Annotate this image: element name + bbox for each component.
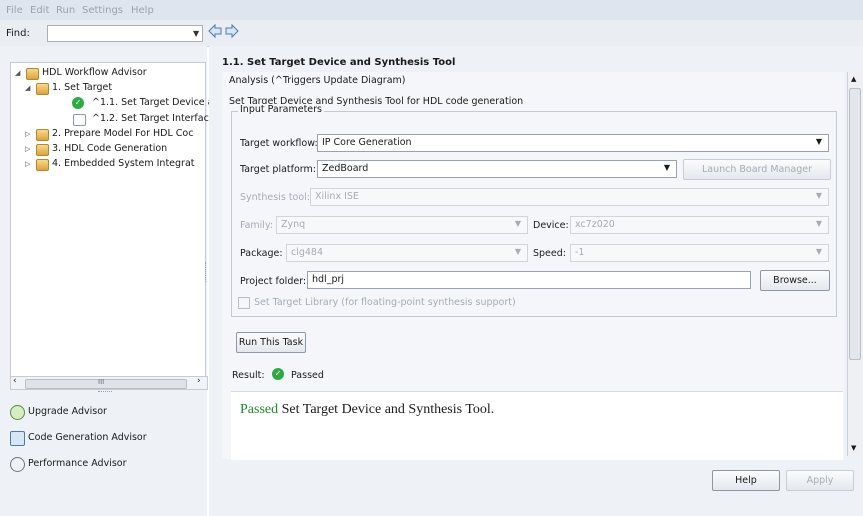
- find-input[interactable]: [47, 25, 203, 42]
- target-platform-label: Target platform:: [240, 164, 316, 175]
- launch-board-manager-button[interactable]: Launch Board Manager: [683, 159, 831, 180]
- expand-triangle-icon[interactable]: ▷: [25, 145, 30, 153]
- browse-button[interactable]: Browse...: [760, 270, 830, 291]
- menu-settings[interactable]: Settings: [82, 5, 123, 16]
- code-generation-advisor-icon: [10, 431, 25, 446]
- tree-item-label: ^1.2. Set Target Interfac: [92, 113, 209, 124]
- task-icon: [73, 114, 86, 126]
- family-label: Family:: [240, 220, 274, 231]
- panel-resize-grip[interactable]: [98, 391, 112, 394]
- folder-icon: [36, 83, 49, 95]
- synthesis-tool-select[interactable]: Xilinx ISE ▼: [310, 188, 829, 206]
- project-folder-value: hdl_prj: [312, 274, 345, 285]
- scroll-left-icon[interactable]: ‹: [13, 376, 17, 386]
- collapse-triangle-icon[interactable]: ◢: [15, 69, 20, 77]
- folder-icon: [36, 159, 49, 171]
- find-label: Find:: [6, 28, 30, 39]
- code-generation-advisor-link[interactable]: Code Generation Advisor: [6, 428, 202, 448]
- task-title: 1.1. Set Target Device and Synthesis Too…: [222, 57, 456, 68]
- tree-item-label: 4. Embedded System Integrat: [52, 158, 195, 169]
- target-platform-value: ZedBoard: [322, 163, 369, 174]
- help-button[interactable]: Help: [712, 470, 780, 491]
- folder-icon: [36, 144, 49, 156]
- target-workflow-label: Target workflow:: [240, 138, 318, 149]
- menu-help[interactable]: Help: [131, 5, 154, 16]
- chevron-down-icon: ▼: [815, 191, 822, 200]
- folder-icon: [26, 68, 39, 80]
- speed-select[interactable]: -1 ▼: [570, 244, 829, 262]
- analysis-heading: Analysis (^Triggers Update Diagram): [229, 75, 406, 86]
- device-select[interactable]: xc7z020 ▼: [570, 216, 829, 234]
- menu-edit[interactable]: Edit: [30, 5, 49, 16]
- menu-run[interactable]: Run: [56, 5, 75, 16]
- result-message-status: Passed: [240, 402, 279, 417]
- folder-icon: [36, 129, 49, 141]
- performance-advisor-link[interactable]: Performance Advisor: [6, 454, 202, 474]
- chevron-down-icon: ▼: [815, 219, 822, 228]
- result-status: Passed: [291, 370, 324, 381]
- scroll-right-icon[interactable]: ›: [197, 376, 201, 386]
- target-workflow-select[interactable]: IP Core Generation ▼: [317, 134, 829, 152]
- run-this-task-button[interactable]: Run This Task: [236, 332, 306, 353]
- family-select[interactable]: Zynq ▼: [276, 216, 528, 234]
- upgrade-advisor-label: Upgrade Advisor: [28, 406, 107, 417]
- family-value: Zynq: [281, 219, 306, 230]
- tree-item-label: 1. Set Target: [52, 82, 113, 93]
- target-workflow-value: IP Core Generation: [322, 137, 412, 148]
- input-parameters-title: Input Parameters: [238, 104, 324, 115]
- menu-file[interactable]: File: [6, 5, 23, 16]
- chevron-down-icon: ▼: [663, 163, 670, 172]
- tree-item-label: 3. HDL Code Generation: [52, 143, 168, 154]
- performance-advisor-label: Performance Advisor: [28, 458, 127, 469]
- project-folder-input[interactable]: hdl_prj: [307, 271, 751, 289]
- project-folder-label: Project folder:: [240, 276, 307, 287]
- synthesis-tool-value: Xilinx ISE: [315, 191, 359, 202]
- expand-triangle-icon[interactable]: ▷: [25, 160, 30, 168]
- device-label: Device:: [533, 220, 569, 231]
- target-library-label: Set Target Library (for floating-point s…: [254, 297, 516, 308]
- chevron-down-icon: ▼: [815, 137, 822, 146]
- scroll-grip-label: III: [98, 378, 105, 386]
- result-message: Passed Set Target Device and Synthesis T…: [240, 402, 494, 418]
- tree-horizontal-scrollbar[interactable]: ‹ III ›: [10, 376, 208, 390]
- menu-bar: File Edit Run Settings Help: [0, 0, 863, 20]
- upgrade-advisor-icon: [10, 405, 25, 420]
- tree-root-label: HDL Workflow Advisor: [42, 67, 147, 78]
- synthesis-tool-label: Synthesis tool:: [240, 192, 311, 203]
- target-library-checkbox[interactable]: [238, 297, 250, 309]
- package-label: Package:: [240, 248, 283, 259]
- chevron-down-icon: ▼: [514, 247, 521, 256]
- apply-button[interactable]: Apply: [786, 470, 854, 491]
- passed-check-icon: ✓: [272, 368, 284, 380]
- expand-triangle-icon[interactable]: ▷: [25, 130, 30, 138]
- chevron-down-icon: ▼: [815, 247, 822, 256]
- scrollbar-thumb[interactable]: III: [25, 378, 187, 389]
- performance-advisor-icon: [10, 457, 25, 472]
- workflow-tree: ◢ HDL Workflow Advisor ◢ 1. Set Target ✓…: [10, 62, 213, 378]
- scrollbar-thumb[interactable]: [849, 88, 861, 360]
- chevron-down-icon: ▼: [514, 219, 521, 228]
- target-platform-select[interactable]: ZedBoard ▼: [317, 160, 677, 178]
- upgrade-advisor-link[interactable]: Upgrade Advisor: [6, 402, 202, 422]
- result-label: Result:: [232, 370, 265, 381]
- forward-arrow-icon[interactable]: [225, 23, 239, 42]
- collapse-triangle-icon[interactable]: ◢: [25, 84, 30, 92]
- speed-value: -1: [575, 247, 585, 258]
- tree-item-label: ^1.1. Set Target Device a: [92, 97, 214, 108]
- back-arrow-icon[interactable]: [208, 23, 222, 42]
- find-toolbar: Find: ▼: [0, 20, 863, 47]
- result-message-text: Set Target Device and Synthesis Tool.: [281, 402, 495, 417]
- speed-label: Speed:: [533, 248, 566, 259]
- find-dropdown-icon[interactable]: ▼: [193, 29, 199, 38]
- scroll-up-icon[interactable]: ▲: [851, 75, 856, 83]
- code-generation-advisor-label: Code Generation Advisor: [28, 432, 147, 443]
- package-select[interactable]: clg484 ▼: [286, 244, 528, 262]
- device-value: xc7z020: [575, 219, 615, 230]
- package-value: clg484: [291, 247, 324, 258]
- tree-item-label: 2. Prepare Model For HDL Coc: [52, 128, 194, 139]
- scroll-down-icon[interactable]: ▼: [851, 444, 856, 452]
- check-icon: ✓: [72, 97, 84, 109]
